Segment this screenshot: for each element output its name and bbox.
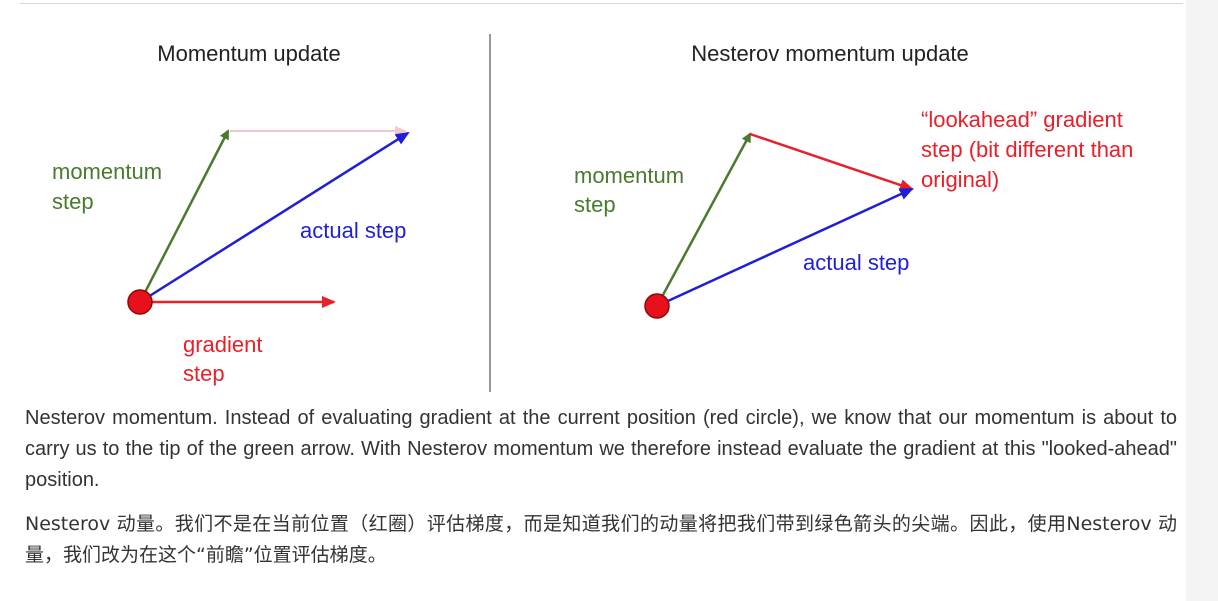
right-lookahead-label-3: original) <box>921 167 999 192</box>
left-title: Momentum update <box>157 41 340 66</box>
left-momentum-label-2: step <box>52 189 94 214</box>
right-position-dot <box>644 293 670 319</box>
page: Momentum update momentum step actual ste… <box>0 0 1218 601</box>
right-momentum-arrow <box>655 132 752 307</box>
right-actual-arrow <box>656 187 914 308</box>
right-actual-label: actual step <box>803 250 909 275</box>
left-position-dot <box>127 289 153 315</box>
figure-svg: Momentum update momentum step actual ste… <box>52 34 1133 392</box>
caption-english: Nesterov momentum. Instead of evaluating… <box>25 407 1177 491</box>
right-lookahead-label-1: “lookahead” gradient <box>921 107 1123 132</box>
caption-chinese: Nesterov 动量。我们不是在当前位置（红圈）评估梯度，而是知道我们的动量将… <box>25 513 1177 566</box>
right-lookahead-label-2: step (bit different than <box>921 137 1133 162</box>
right-momentum-label-2: step <box>574 192 616 217</box>
momentum-figure: Momentum update momentum step actual ste… <box>0 0 1218 400</box>
left-momentum-label-1: momentum <box>52 159 162 184</box>
left-gradient-label-2: step <box>183 361 225 386</box>
left-momentum-arrow <box>138 129 230 303</box>
right-title: Nesterov momentum update <box>691 41 969 66</box>
right-momentum-label-1: momentum <box>574 163 684 188</box>
left-gradient-label-1: gradient <box>183 332 263 357</box>
right-lookahead-gradient-arrow <box>749 132 914 191</box>
left-actual-label: actual step <box>300 218 406 243</box>
